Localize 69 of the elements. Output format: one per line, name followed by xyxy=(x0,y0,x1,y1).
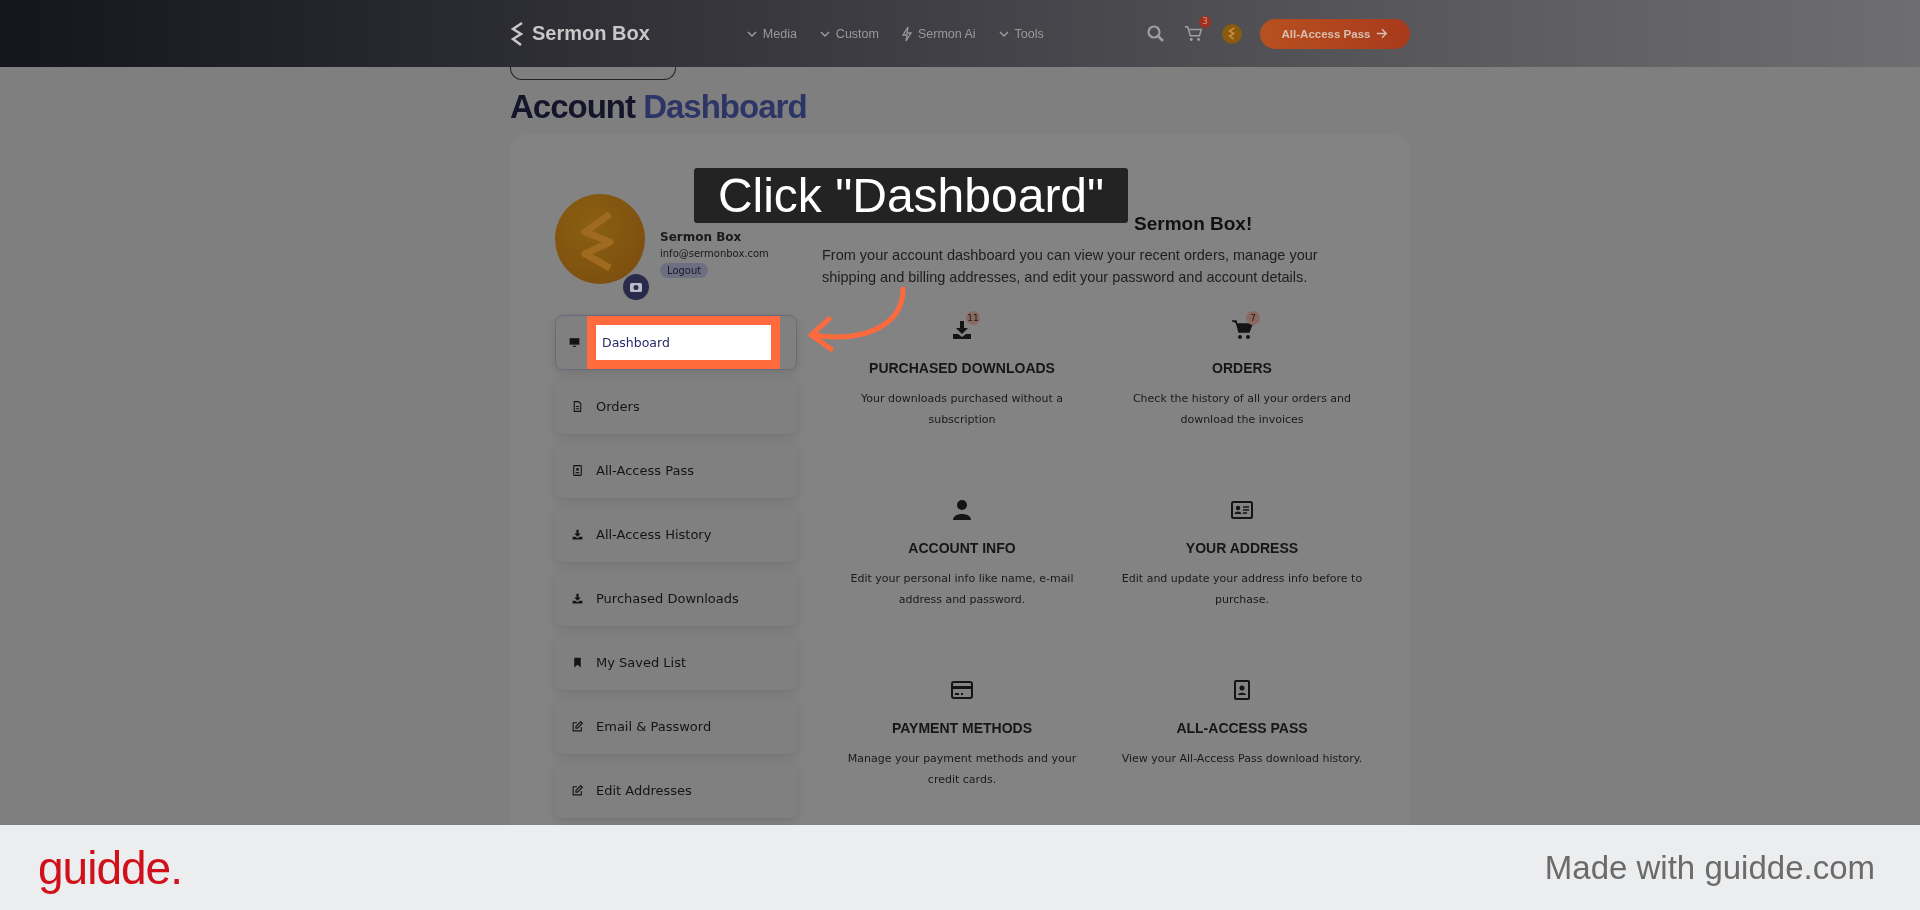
sidebar-item[interactable]: Email & Password xyxy=(555,699,797,754)
cart-icon[interactable] xyxy=(1184,23,1204,44)
card-title: PURCHASED DOWNLOADS xyxy=(869,360,1055,376)
nav-link[interactable]: Custom xyxy=(818,25,879,42)
profile-email: info@sermonbox.com xyxy=(660,248,769,259)
edit-icon xyxy=(571,784,584,797)
all-access-pass-button[interactable]: All-Access Pass xyxy=(1260,18,1410,49)
instruction-callout: Click "Dashboard" xyxy=(694,168,1128,223)
search-icon[interactable] xyxy=(1146,23,1166,44)
card-description: Edit and update your address info before to purchase. xyxy=(1120,571,1364,608)
nav-link[interactable]: Media xyxy=(745,25,797,42)
card-title: YOUR ADDRESS xyxy=(1185,540,1299,556)
credit-card-icon xyxy=(950,678,974,702)
site-logo[interactable]: Sermon Box xyxy=(510,20,650,47)
footer-tagline: Made with guidde.com xyxy=(1544,848,1875,887)
card-description: Your downloads purchased without a subscription xyxy=(860,391,1064,428)
dashboard-card[interactable]: ACCOUNT INFO Edit your personal info like name, e-mail address and password. xyxy=(822,490,1102,640)
card-title: PAYMENT METHODS xyxy=(892,720,1032,736)
address-card-icon xyxy=(1230,498,1254,522)
sidebar-label: Email & Password xyxy=(596,719,712,734)
account-avatar[interactable] xyxy=(1222,23,1242,44)
camera-icon[interactable] xyxy=(623,274,649,300)
card-description: View your All-Access Pass download history. xyxy=(1120,751,1364,767)
intro-text: From your account dashboard you can view your recent orders, manage your shipping and billing addresses, and edit your password and account details. xyxy=(822,246,1319,287)
sidebar-item[interactable]: Orders xyxy=(555,379,797,434)
page-title: Account Dashboard xyxy=(510,87,808,127)
dashboard-card[interactable]: 11 PURCHASED DOWNLOADS Your downloads purchased without a subscription xyxy=(822,310,1102,460)
card-title: ACCOUNT INFO xyxy=(908,540,1016,556)
sidebar-label: Orders xyxy=(596,399,640,414)
id-badge-icon xyxy=(571,464,584,477)
count-badge: 7 xyxy=(1246,311,1260,325)
dashboard-card[interactable]: PAYMENT METHODS Manage your payment methods and your credit cards. xyxy=(822,670,1102,820)
sidebar-item[interactable]: Dashboard xyxy=(555,315,797,370)
sidebar-label: My Saved List xyxy=(596,655,687,670)
card-description: Edit your personal info like name, e-mail address and password. xyxy=(849,571,1075,608)
sidebar-item[interactable]: Edit Addresses xyxy=(555,763,797,818)
sidebar-item[interactable]: My Saved List xyxy=(555,635,797,690)
sidebar-label: All-Access History xyxy=(596,527,712,542)
dashboard-card[interactable]: 7 ORDERS Check the history of all your orders and download the invoices xyxy=(1102,310,1382,460)
dashboard-card[interactable]: YOUR ADDRESS Edit and update your address info before to purchase. xyxy=(1102,490,1382,640)
user-icon xyxy=(950,498,974,522)
logout-button[interactable]: Logout xyxy=(660,263,709,278)
monitor-icon xyxy=(568,336,581,349)
card-title: ORDERS xyxy=(1212,360,1272,376)
count-badge: 11 xyxy=(966,311,980,325)
nav-link[interactable]: Sermon Ai xyxy=(900,25,976,42)
guidde-logo: guidde. xyxy=(38,840,182,895)
download-icon xyxy=(571,528,584,541)
profile-name: Sermon Box xyxy=(660,230,742,244)
sidebar-item[interactable]: Purchased Downloads xyxy=(555,571,797,626)
bookmark-icon xyxy=(571,656,584,669)
dashboard-card[interactable]: ALL-ACCESS PASS View your All-Access Pass download history. xyxy=(1102,670,1382,820)
edit-icon xyxy=(571,720,584,733)
card-description: Manage your payment methods and your credit cards. xyxy=(846,751,1078,788)
highlighted-label[interactable]: Dashboard xyxy=(587,316,780,369)
sidebar-item[interactable]: All-Access History xyxy=(555,507,797,562)
sidebar-label: Edit Addresses xyxy=(596,783,692,798)
welcome-heading: Sermon Box! xyxy=(1134,212,1253,236)
lightning-icon xyxy=(900,25,913,42)
sidebar-label: Purchased Downloads xyxy=(596,591,739,606)
card-description: Check the history of all your orders and download the invoices xyxy=(1131,391,1353,428)
sidebar-item[interactable]: All-Access Pass xyxy=(555,443,797,498)
sidebar-label: All-Access Pass xyxy=(596,463,694,478)
nav-link[interactable]: Tools xyxy=(997,25,1044,42)
arrow-right-icon xyxy=(1376,28,1389,39)
card-title: ALL-ACCESS PASS xyxy=(1176,720,1308,736)
download-icon xyxy=(571,592,584,605)
document-icon xyxy=(571,400,584,413)
cart-count-badge: 3 xyxy=(1199,15,1211,28)
